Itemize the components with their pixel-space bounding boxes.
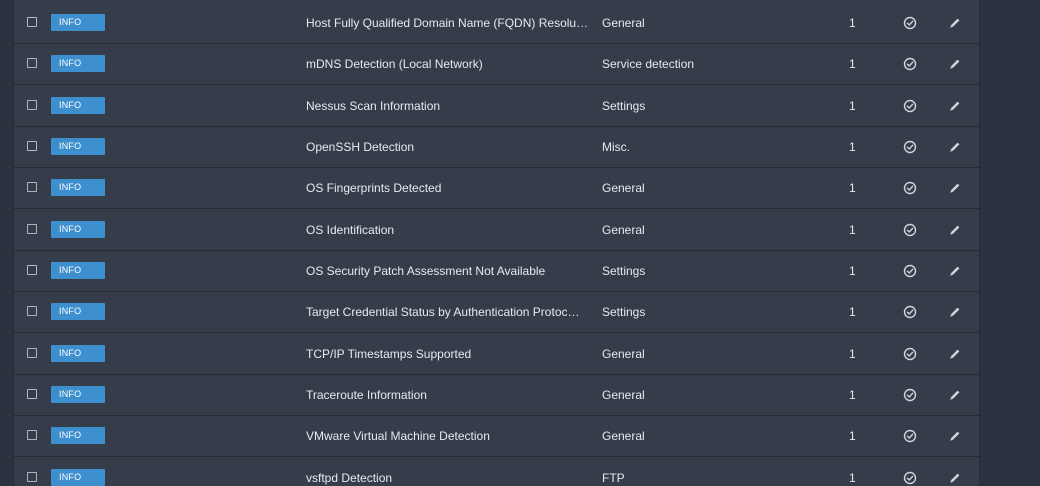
severity-badge: INFO	[51, 385, 105, 403]
pencil-icon[interactable]	[947, 470, 963, 486]
plugin-name[interactable]: vsftpd Detection	[306, 470, 591, 486]
severity-badge: INFO	[51, 468, 105, 486]
vulnerabilities-table: INFO Host Fully Qualified Domain Name (FQ…	[13, 0, 980, 486]
plugin-count: 1	[849, 263, 856, 278]
row-checkbox[interactable]	[27, 99, 37, 110]
check-circle-icon[interactable]	[902, 56, 918, 72]
pencil-icon[interactable]	[947, 98, 963, 114]
plugin-family: Misc.	[602, 139, 630, 154]
pencil-icon[interactable]	[947, 304, 963, 320]
row-checkbox[interactable]	[27, 264, 37, 275]
plugin-count: 1	[849, 305, 856, 320]
plugin-family: General	[602, 181, 645, 196]
plugin-family: General	[602, 346, 645, 361]
table-row[interactable]: INFO mDNS Detection (Local Network) Servic…	[14, 44, 979, 86]
check-circle-icon[interactable]	[902, 346, 918, 362]
row-checkbox[interactable]	[27, 223, 37, 234]
row-checkbox[interactable]	[27, 140, 37, 151]
row-checkbox[interactable]	[27, 430, 37, 441]
severity-badge: INFO	[51, 261, 105, 279]
plugin-family: General	[602, 429, 645, 444]
table-row[interactable]: INFO Host Fully Qualified Domain Name (FQ…	[14, 3, 979, 44]
table-row[interactable]: INFO OS Fingerprints Detected General 1	[14, 168, 979, 210]
check-circle-icon[interactable]	[902, 180, 918, 196]
plugin-name[interactable]: Target Credential Status by Authenticati…	[306, 304, 591, 320]
plugin-name[interactable]: mDNS Detection (Local Network)	[306, 56, 591, 72]
check-circle-icon[interactable]	[902, 139, 918, 155]
check-circle-icon[interactable]	[902, 428, 918, 444]
severity-badge: INFO	[51, 179, 105, 197]
plugin-name[interactable]: OS Security Patch Assessment Not Availab…	[306, 263, 591, 279]
check-circle-icon[interactable]	[902, 222, 918, 238]
severity-badge: INFO	[51, 344, 105, 362]
plugin-family: General	[602, 387, 645, 402]
plugin-name[interactable]: Nessus Scan Information	[306, 98, 591, 114]
severity-badge: INFO	[51, 55, 105, 73]
severity-badge: INFO	[51, 303, 105, 321]
check-circle-icon[interactable]	[902, 15, 918, 31]
table-row[interactable]: INFO Target Credential Status by Authenti…	[14, 292, 979, 334]
table-row[interactable]: INFO OS Identification General 1	[14, 210, 979, 251]
pencil-icon[interactable]	[947, 263, 963, 279]
vulnerabilities-panel: INFO Host Fully Qualified Domain Name (FQ…	[0, 0, 1040, 486]
check-circle-icon[interactable]	[902, 98, 918, 114]
plugin-family: Service detection	[602, 57, 695, 72]
check-circle-icon[interactable]	[902, 387, 918, 403]
plugin-name[interactable]: TCP/IP Timestamps Supported	[306, 346, 591, 362]
plugin-name[interactable]: Host Fully Qualified Domain Name (FQDN) …	[306, 15, 591, 31]
row-checkbox[interactable]	[27, 58, 37, 69]
plugin-name[interactable]: OpenSSH Detection	[306, 139, 591, 155]
pencil-icon[interactable]	[947, 387, 963, 403]
check-circle-icon[interactable]	[902, 263, 918, 279]
pencil-icon[interactable]	[947, 346, 963, 362]
plugin-name[interactable]: VMware Virtual Machine Detection	[306, 428, 591, 444]
row-checkbox[interactable]	[27, 347, 37, 358]
table-row[interactable]: INFO TCP/IP Timestamps Supported General 1	[14, 334, 979, 375]
table-row[interactable]: INFO OpenSSH Detection Misc. 1	[14, 127, 979, 168]
row-checkbox[interactable]	[27, 471, 37, 482]
plugin-count: 1	[849, 57, 856, 72]
pencil-icon[interactable]	[947, 222, 963, 238]
plugin-family: Settings	[602, 305, 646, 320]
plugin-count: 1	[849, 16, 856, 30]
pencil-icon[interactable]	[947, 428, 963, 444]
plugin-name[interactable]: Traceroute Information	[306, 387, 591, 403]
plugin-count: 1	[849, 346, 856, 361]
plugin-family: General	[602, 222, 645, 237]
severity-badge: INFO	[51, 14, 105, 31]
plugin-count: 1	[849, 181, 856, 196]
row-checkbox[interactable]	[27, 17, 37, 27]
check-circle-icon[interactable]	[902, 304, 918, 320]
row-checkbox[interactable]	[27, 182, 37, 193]
plugin-count: 1	[849, 470, 856, 485]
plugin-count: 1	[849, 98, 856, 113]
pencil-icon[interactable]	[947, 180, 963, 196]
plugin-family: FTP	[602, 470, 625, 485]
severity-badge: INFO	[51, 220, 105, 238]
plugin-family: Settings	[602, 263, 646, 278]
table-row[interactable]: INFO VMware Virtual Machine Detection Gene…	[14, 416, 979, 458]
severity-badge: INFO	[51, 427, 105, 445]
pencil-icon[interactable]	[947, 15, 963, 31]
plugin-count: 1	[849, 429, 856, 444]
table-row[interactable]: INFO Nessus Scan Information Settings 1	[14, 86, 979, 127]
severity-badge: INFO	[51, 96, 105, 114]
row-checkbox[interactable]	[27, 306, 37, 317]
plugin-name[interactable]: OS Fingerprints Detected	[306, 180, 591, 196]
severity-badge: INFO	[51, 137, 105, 155]
row-checkbox[interactable]	[27, 388, 37, 399]
pencil-icon[interactable]	[947, 139, 963, 155]
plugin-count: 1	[849, 222, 856, 237]
plugin-name[interactable]: OS Identification	[306, 222, 591, 238]
plugin-count: 1	[849, 139, 856, 154]
pencil-icon[interactable]	[947, 56, 963, 72]
plugin-family: Settings	[602, 98, 646, 113]
check-circle-icon[interactable]	[902, 470, 918, 486]
plugin-family: General	[602, 16, 645, 30]
plugin-count: 1	[849, 387, 856, 402]
table-row[interactable]: INFO vsftpd Detection FTP 1	[14, 458, 979, 486]
table-row[interactable]: INFO OS Security Patch Assessment Not Ava…	[14, 251, 979, 292]
table-row[interactable]: INFO Traceroute Information General 1	[14, 375, 979, 416]
